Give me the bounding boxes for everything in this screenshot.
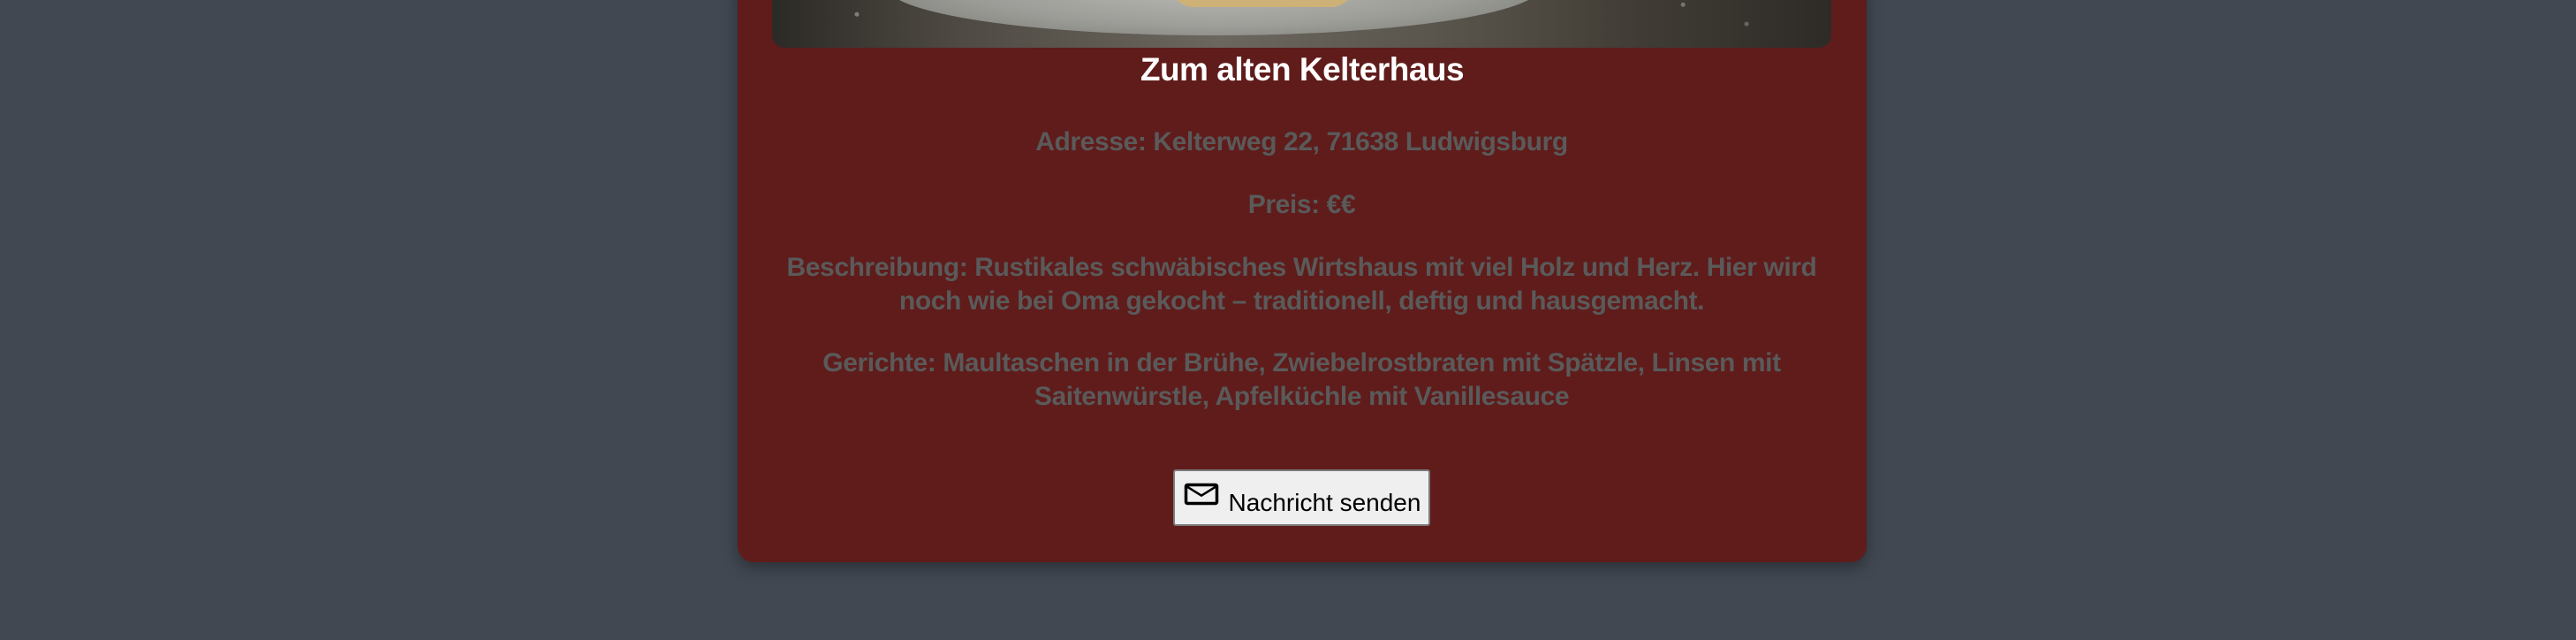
- restaurant-price: Preis: €€: [1247, 190, 1356, 219]
- send-message-label: Nachricht senden: [1228, 489, 1421, 516]
- restaurant-food-image: [772, 0, 1831, 48]
- send-message-button[interactable]: Nachricht senden: [1173, 469, 1430, 526]
- restaurant-description: Beschreibung: Rustikales schwäbisches Wi…: [786, 253, 1817, 316]
- restaurant-address: Adresse: Kelterweg 22, 71638 Ludwigsburg: [1035, 127, 1568, 156]
- restaurant-name: Zum alten Kelterhaus: [1140, 51, 1465, 88]
- restaurant-dishes: Gerichte: Maultaschen in der Brühe, Zwie…: [822, 348, 1781, 411]
- maultaschen-image-part: [1170, 0, 1355, 7]
- mail-icon: [1184, 483, 1218, 506]
